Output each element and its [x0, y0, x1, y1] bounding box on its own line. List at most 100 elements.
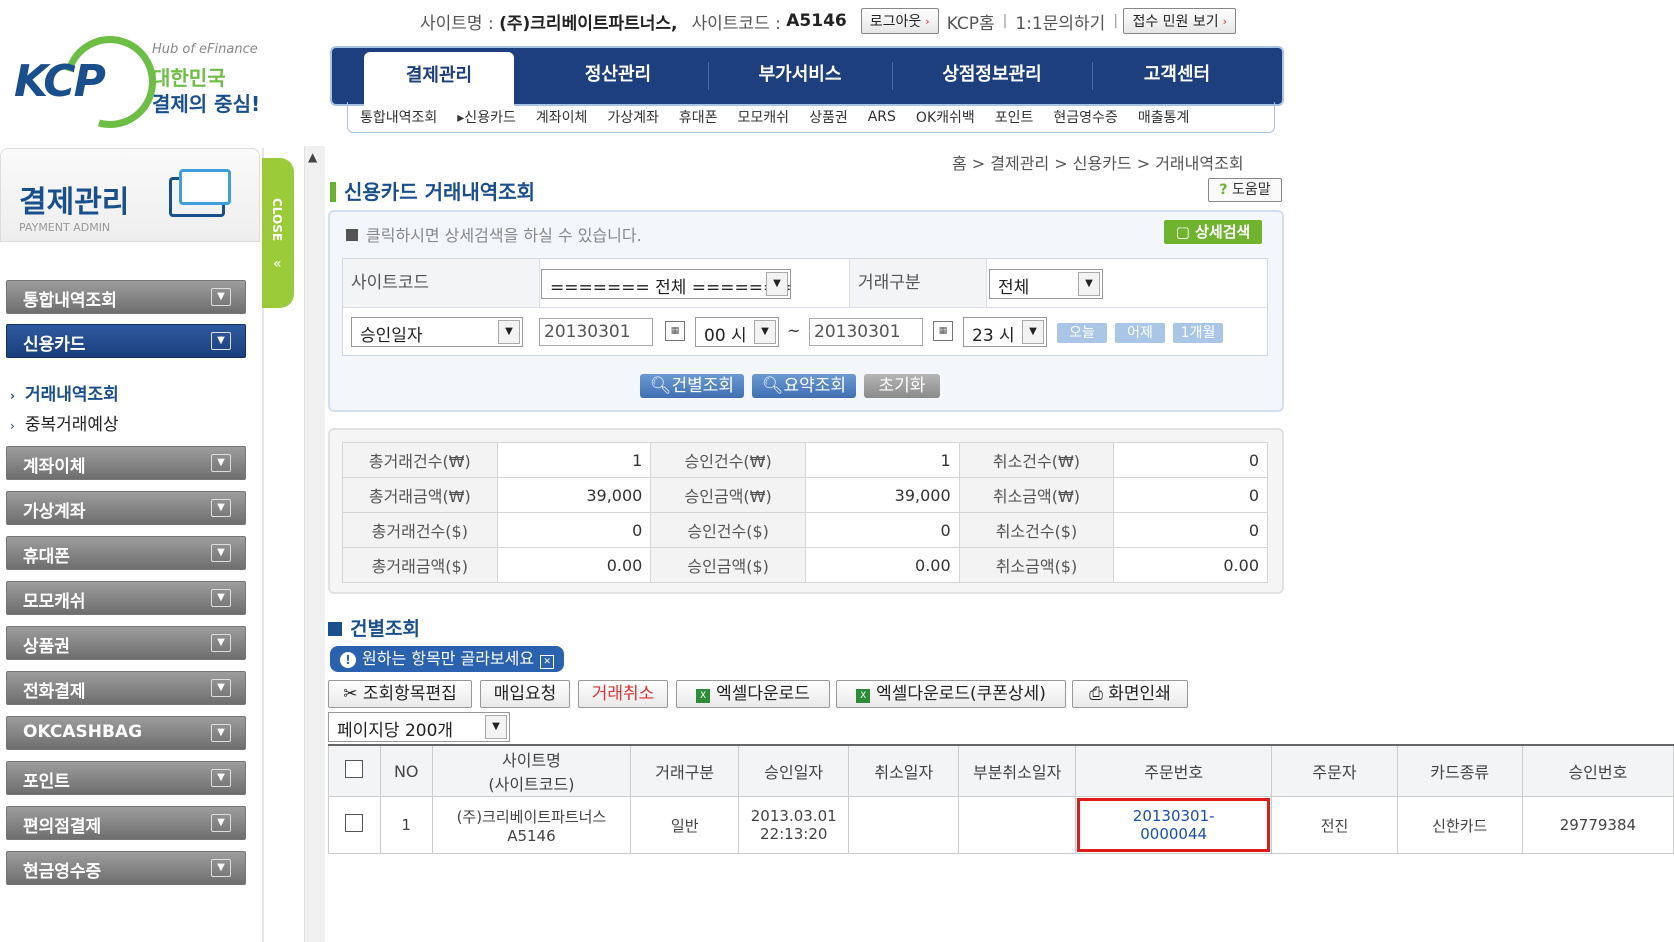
- sub-nav: 통합내역조회 ▸신용카드 계좌이체 가상계좌 휴대폰 모모캐쉬 상품권 ARS …: [347, 102, 1275, 133]
- checkbox[interactable]: [345, 814, 364, 832]
- sidebar-subitem-duplicate[interactable]: › 중복거래예상: [10, 410, 119, 435]
- chevron-right-icon: ›: [1222, 14, 1228, 28]
- summary-query-button[interactable]: 🔍︎요약조회: [752, 374, 856, 398]
- range-separator: ~: [787, 321, 801, 340]
- sidebar-item-gift-card[interactable]: 상품권 ▼: [6, 626, 246, 660]
- search-icon: 🔍︎: [761, 376, 784, 396]
- col-no: NO: [379, 744, 433, 797]
- chevron-down-icon: ▼: [1022, 320, 1044, 344]
- tab-value-added[interactable]: 부가서비스: [710, 48, 890, 104]
- logo-line2: 결제의 중심!: [152, 92, 261, 116]
- col-type: 거래구분: [630, 744, 740, 797]
- cell-type: 일반: [630, 796, 740, 854]
- print-screen-button[interactable]: ⎙ 화면인쇄: [1072, 680, 1188, 708]
- subnav-cash-receipt[interactable]: 현금영수증: [1053, 107, 1117, 127]
- kcp-logo[interactable]: KCP Hub of eFinance 대한민국 결제의 중심!: [14, 19, 264, 145]
- sidebar-item-convenience-store[interactable]: 편의점결제 ▼: [6, 806, 246, 840]
- col-orderer: 주문자: [1271, 744, 1398, 797]
- excel-download-coupon-button[interactable]: X 엑셀다운로드(쿠폰상세): [836, 680, 1066, 708]
- sidebar-item-integrated[interactable]: 통합내역조회 ▼: [6, 280, 246, 314]
- top-info-bar: 사이트명 : (주)크리베이트파트너스, 사이트코드 : A5146 로그아웃 ›…: [420, 8, 1237, 34]
- inquiry-link[interactable]: 1:1문의하기: [1015, 9, 1105, 34]
- to-date-input[interactable]: 20130301: [809, 318, 923, 346]
- subnav-credit-card[interactable]: ▸신용카드: [457, 107, 516, 127]
- close-icon[interactable]: ✕: [540, 655, 555, 669]
- tab-settlement[interactable]: 정산관리: [532, 48, 704, 104]
- subnav-sales-stats[interactable]: 매출통계: [1138, 107, 1190, 127]
- yesterday-button[interactable]: 어제: [1115, 323, 1165, 343]
- chevron-down-icon: ▼: [754, 320, 776, 344]
- select-all-header[interactable]: [328, 744, 381, 797]
- subnav-gift-card[interactable]: 상품권: [809, 107, 848, 127]
- complaint-button[interactable]: 접수 민원 보기 ›: [1123, 8, 1237, 34]
- row-select[interactable]: [328, 796, 381, 854]
- help-button[interactable]: ? 도움말: [1208, 178, 1282, 202]
- sidebar-item-account-transfer[interactable]: 계좌이체 ▼: [6, 446, 246, 480]
- sidebar-item-credit-card[interactable]: 신용카드 ▼: [6, 324, 246, 358]
- subnav-ars[interactable]: ARS: [868, 109, 896, 125]
- cell-site: (주)크리베이트파트너스 A5146: [431, 796, 632, 854]
- one-month-button[interactable]: 1개월: [1173, 323, 1223, 343]
- sidebar-subitem-transactions[interactable]: › 거래내역조회: [10, 380, 119, 405]
- date-type-select[interactable]: 승인일자 ▼: [351, 317, 523, 347]
- question-icon: ?: [1219, 182, 1228, 198]
- search-grid: 사이트코드 거래구분 ======= 전체 ======= ▼ 전체 ▼ 승인일자 ▼…: [342, 258, 1268, 356]
- subnav-okcashbag[interactable]: OK캐쉬백: [916, 107, 975, 127]
- order-number-link[interactable]: 20130301-0000044: [1076, 798, 1271, 852]
- subnav-virtual-account[interactable]: 가상계좌: [607, 107, 659, 127]
- today-button[interactable]: 오늘: [1057, 323, 1107, 343]
- tab-customer-center[interactable]: 고객센터: [1094, 48, 1260, 104]
- site-code-label: 사이트코드: [343, 259, 540, 307]
- sidebar-item-momocash[interactable]: 모모캐쉬 ▼: [6, 581, 246, 615]
- chevron-down-icon: ▼: [211, 589, 231, 607]
- sidebar-item-point[interactable]: 포인트 ▼: [6, 761, 246, 795]
- detail-search-hint[interactable]: 클릭하시면 상세검색을 하실 수 있습니다.: [346, 222, 642, 246]
- subnav-account-transfer[interactable]: 계좌이체: [536, 107, 588, 127]
- tab-store-info[interactable]: 상점정보관리: [894, 48, 1090, 104]
- col-card-type: 카드종류: [1396, 744, 1523, 797]
- sidebar-item-virtual-account[interactable]: 가상계좌 ▼: [6, 491, 246, 525]
- breadcrumb: 홈 > 결제관리 > 신용카드 > 거래내역조회: [952, 154, 1244, 173]
- from-date-input[interactable]: 20130301: [539, 318, 653, 346]
- cell-order-no: 20130301-0000044: [1074, 796, 1273, 854]
- sidebar-item-okcashbag[interactable]: OKCASHBAG ▼: [6, 716, 246, 750]
- page-size-select[interactable]: 페이지당 200개 ▼: [328, 712, 510, 742]
- logout-button[interactable]: 로그아웃 ›: [860, 8, 939, 34]
- tab-payment[interactable]: 결제관리: [364, 52, 514, 108]
- kcp-home-link[interactable]: KCP홈: [947, 9, 995, 34]
- close-sidebar-tab[interactable]: CLOSE «: [262, 158, 294, 308]
- info-icon: !: [340, 652, 356, 668]
- subnav-point[interactable]: 포인트: [995, 107, 1034, 127]
- checkbox-icon: [346, 229, 358, 241]
- excel-download-button[interactable]: X 엑셀다운로드: [676, 680, 830, 708]
- column-tip[interactable]: ! 원하는 항목만 골라보세요 ✕: [330, 646, 565, 672]
- calendar-icon[interactable]: ▦: [933, 321, 953, 341]
- calendar-icon[interactable]: ▦: [665, 321, 685, 341]
- purchase-request-button[interactable]: 매입요청: [480, 680, 570, 708]
- sidebar-item-cash-receipt[interactable]: 현금영수증 ▼: [6, 851, 246, 885]
- col-order-no: 주문번호: [1074, 744, 1273, 797]
- checkbox[interactable]: [345, 760, 364, 778]
- reset-button[interactable]: 초기화: [864, 374, 940, 398]
- scroll-up-icon[interactable]: ▲: [308, 150, 317, 164]
- chevron-down-icon: ▼: [485, 715, 507, 739]
- trade-type-select[interactable]: 전체 ▼: [989, 269, 1103, 299]
- chevron-right-icon: ›: [925, 14, 930, 28]
- cancel-transaction-button[interactable]: 거래취소: [578, 680, 668, 708]
- printer-icon: ⎙: [1089, 684, 1103, 704]
- sidebar-item-phone-payment[interactable]: 전화결제 ▼: [6, 671, 246, 705]
- summary-row: 총거래건수($) 0 승인건수($) 0 취소건수($) 0: [342, 512, 1268, 548]
- subnav-momocash[interactable]: 모모캐쉬: [738, 107, 790, 127]
- to-hour-select[interactable]: 23 시 ▼: [963, 317, 1047, 347]
- detail-search-button[interactable]: ▢ 상세검색: [1164, 220, 1262, 244]
- vertical-scrollbar[interactable]: ▲: [304, 146, 325, 942]
- chevron-down-icon: ▼: [211, 332, 231, 350]
- summary-row: 총거래건수(₩) 1 승인건수(₩) 1 취소건수(₩) 0: [342, 442, 1268, 478]
- sidebar-item-mobile[interactable]: 휴대폰 ▼: [6, 536, 246, 570]
- detail-query-button[interactable]: 🔍︎건별조회: [640, 374, 744, 398]
- from-hour-select[interactable]: 00 시 ▼: [695, 317, 779, 347]
- subnav-integrated[interactable]: 통합내역조회: [360, 107, 437, 127]
- edit-columns-button[interactable]: ✂ 조회항목편집: [328, 680, 472, 708]
- site-code-select[interactable]: ======= 전체 ======= ▼: [541, 269, 792, 299]
- subnav-mobile[interactable]: 휴대폰: [679, 107, 718, 127]
